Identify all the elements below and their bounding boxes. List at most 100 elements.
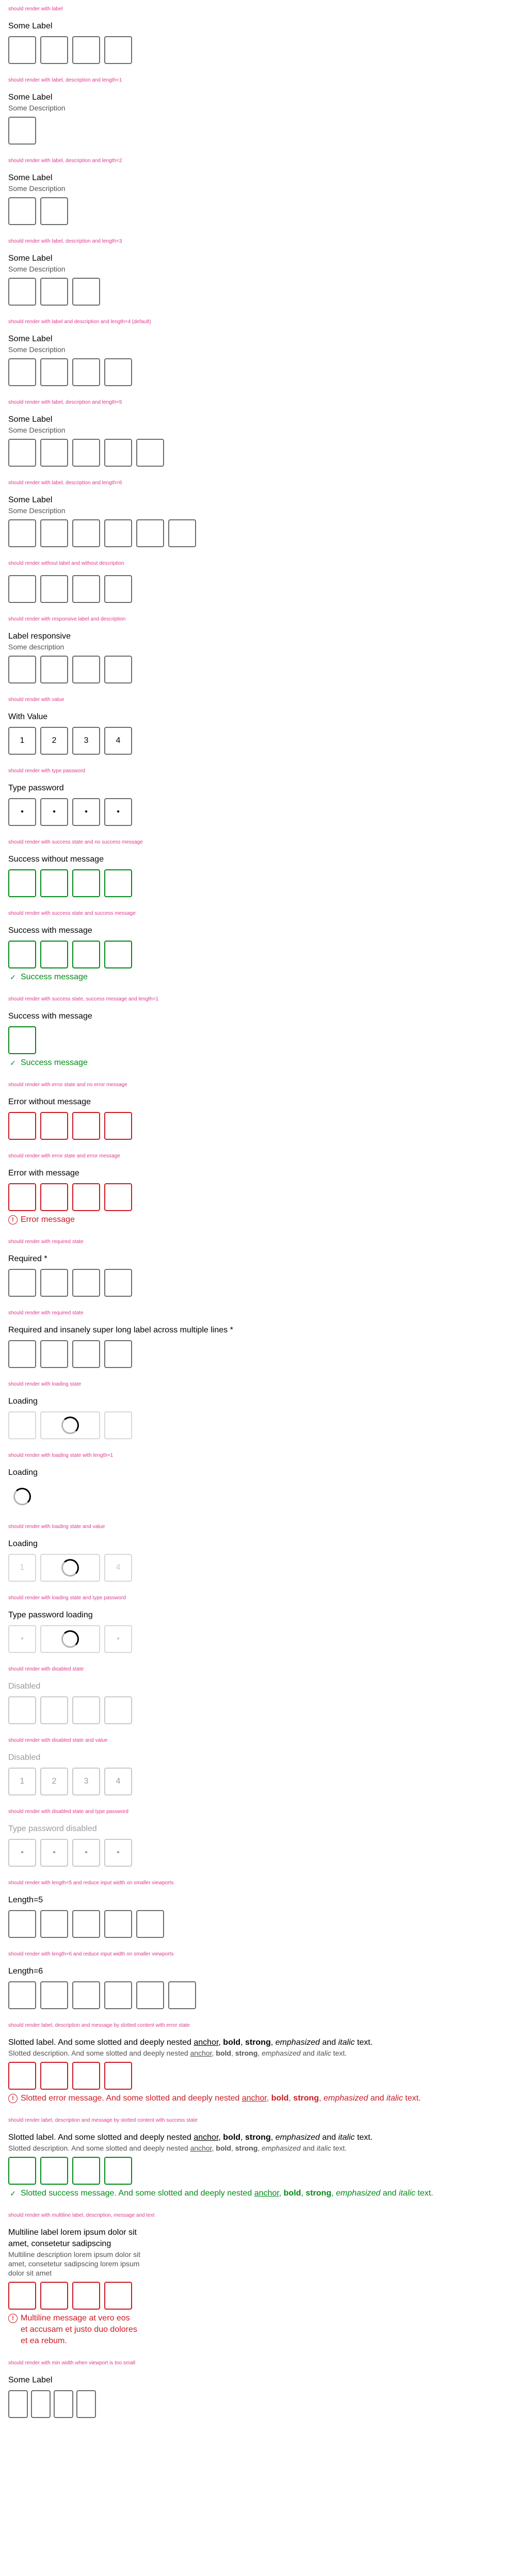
pin-input[interactable] — [72, 36, 100, 64]
pin-input[interactable] — [104, 1340, 132, 1368]
pin-input[interactable] — [8, 519, 36, 547]
pin-input[interactable] — [8, 2390, 28, 2418]
pin-input[interactable] — [104, 1183, 132, 1211]
pin-input[interactable] — [136, 1910, 164, 1938]
anchor-link[interactable]: anchor — [242, 2094, 267, 2103]
pin-input[interactable] — [72, 2282, 100, 2310]
pin-input[interactable] — [8, 2282, 36, 2310]
pin-input[interactable] — [40, 1340, 68, 1368]
pin-input[interactable] — [40, 2062, 68, 2090]
pin-input[interactable] — [31, 2390, 51, 2418]
pin-input[interactable]: • — [40, 798, 68, 826]
pin-input[interactable] — [40, 358, 68, 386]
pin-input[interactable] — [8, 1981, 36, 2009]
pin-input[interactable] — [72, 439, 100, 467]
pin-input[interactable] — [168, 519, 196, 547]
pin-input[interactable] — [104, 1910, 132, 1938]
pin-input[interactable] — [104, 358, 132, 386]
pin-input[interactable] — [168, 1981, 196, 2009]
pin-input[interactable] — [8, 1340, 36, 1368]
pin-input[interactable] — [54, 2390, 73, 2418]
anchor-link[interactable]: anchor — [254, 2189, 279, 2198]
pin-input[interactable] — [72, 869, 100, 897]
anchor-link[interactable]: anchor — [190, 2144, 212, 2152]
pin-input[interactable] — [40, 1910, 68, 1938]
pin-input[interactable]: • — [72, 798, 100, 826]
pin-input[interactable] — [8, 575, 36, 603]
pin-input[interactable] — [40, 1183, 68, 1211]
pin-input[interactable] — [40, 278, 68, 306]
pin-input[interactable] — [104, 2062, 132, 2090]
pin-input[interactable] — [40, 1269, 68, 1297]
pin-input[interactable]: 2 — [40, 727, 68, 755]
pin-input[interactable] — [104, 519, 132, 547]
pin-input[interactable] — [8, 117, 36, 145]
pin-input[interactable] — [104, 36, 132, 64]
pin-input[interactable] — [104, 1981, 132, 2009]
pin-input[interactable] — [40, 656, 68, 683]
pin-input[interactable] — [72, 941, 100, 968]
pin-input[interactable] — [8, 358, 36, 386]
pin-input[interactable]: 3 — [72, 727, 100, 755]
pin-input[interactable] — [8, 197, 36, 225]
pin-input[interactable] — [40, 519, 68, 547]
pin-input[interactable] — [40, 869, 68, 897]
pin-input[interactable] — [136, 519, 164, 547]
pin-input[interactable] — [40, 439, 68, 467]
anchor-link[interactable]: anchor — [190, 2049, 212, 2057]
pin-input[interactable] — [136, 1981, 164, 2009]
pin-input[interactable] — [8, 1269, 36, 1297]
pin-input[interactable]: 4 — [104, 727, 132, 755]
pin-input[interactable] — [72, 519, 100, 547]
text: , — [266, 2094, 271, 2103]
pin-input[interactable] — [8, 1026, 36, 1054]
pin-input[interactable] — [104, 941, 132, 968]
pin-input[interactable] — [8, 439, 36, 467]
pin-input[interactable] — [8, 2062, 36, 2090]
pin-input[interactable] — [104, 869, 132, 897]
pin-input[interactable] — [104, 2282, 132, 2310]
pin-input[interactable] — [72, 1183, 100, 1211]
pin-input[interactable] — [8, 278, 36, 306]
pin-input[interactable]: • — [104, 798, 132, 826]
pin-input[interactable] — [72, 278, 100, 306]
pin-input[interactable] — [40, 36, 68, 64]
pin-input[interactable] — [8, 869, 36, 897]
pin-input[interactable] — [104, 656, 132, 683]
pin-input[interactable] — [8, 1183, 36, 1211]
pin-input[interactable] — [8, 2157, 36, 2185]
pin-input[interactable] — [40, 197, 68, 225]
pin-input[interactable] — [72, 1340, 100, 1368]
anchor-link[interactable]: anchor — [194, 2038, 218, 2047]
pin-input[interactable] — [72, 1269, 100, 1297]
pin-input[interactable] — [40, 941, 68, 968]
pin-input[interactable] — [72, 2062, 100, 2090]
pin-input[interactable] — [72, 1910, 100, 1938]
pin-input[interactable] — [104, 2157, 132, 2185]
pin-input[interactable] — [72, 1981, 100, 2009]
pin-input[interactable] — [72, 656, 100, 683]
pin-input[interactable] — [72, 358, 100, 386]
pin-input[interactable] — [104, 439, 132, 467]
pin-input[interactable] — [40, 1112, 68, 1140]
pin-input[interactable] — [8, 941, 36, 968]
pin-input[interactable] — [8, 36, 36, 64]
pin-input[interactable] — [72, 1112, 100, 1140]
pin-input[interactable] — [104, 1269, 132, 1297]
pin-input[interactable] — [76, 2390, 96, 2418]
pin-input[interactable]: • — [8, 798, 36, 826]
pin-input[interactable] — [136, 439, 164, 467]
pin-input[interactable] — [40, 1981, 68, 2009]
pin-input[interactable] — [40, 2157, 68, 2185]
pin-input[interactable] — [40, 575, 68, 603]
pin-input[interactable] — [104, 575, 132, 603]
anchor-link[interactable]: anchor — [194, 2133, 218, 2142]
pin-input[interactable] — [8, 1910, 36, 1938]
pin-input[interactable] — [72, 2157, 100, 2185]
pin-input[interactable] — [8, 656, 36, 683]
pin-input[interactable] — [8, 1112, 36, 1140]
pin-input[interactable] — [72, 575, 100, 603]
pin-input[interactable] — [40, 2282, 68, 2310]
pin-input[interactable]: 1 — [8, 727, 36, 755]
pin-input[interactable] — [104, 1112, 132, 1140]
